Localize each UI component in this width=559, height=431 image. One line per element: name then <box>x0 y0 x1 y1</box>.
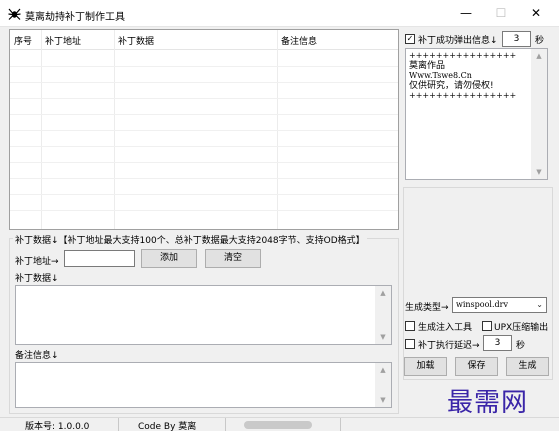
message-line: Www.Tswe8.Cn <box>409 71 472 80</box>
grid-line <box>10 66 398 67</box>
load-button[interactable]: 加载 <box>404 357 447 376</box>
patch-list-table[interactable]: 序号 补丁地址 补丁数据 备注信息 <box>9 29 399 230</box>
patch-data-scrollbar[interactable]: ▲ ▼ <box>375 286 391 344</box>
message-line: 仅供研究，请勿侵权! <box>409 81 494 91</box>
inject-tool-label[interactable]: 生成注入工具 <box>418 320 472 333</box>
status-bar: 版本号: 1.0.0.0 Code By 莫离 <box>0 417 559 431</box>
grid-line <box>10 210 398 211</box>
watermark: 最需网 <box>447 388 529 418</box>
column-header-data[interactable]: 补丁数据 <box>118 34 154 47</box>
note-label: 备注信息↓ <box>15 351 59 361</box>
delay-label[interactable]: 补丁执行延迟→ <box>418 338 480 351</box>
version-text: 版本号: 1.0.0.0 <box>25 422 90 431</box>
status-divider <box>225 418 226 431</box>
grid-line <box>10 178 398 179</box>
patch-address-input[interactable] <box>64 250 135 267</box>
author-text: Code By 莫离 <box>138 422 197 431</box>
patch-section-header: 补丁数据↓【补丁地址最大支持100个、总补丁数据最大支持2048字节、支持OD格… <box>13 233 367 246</box>
add-button[interactable]: 添加 <box>141 249 197 268</box>
clear-button[interactable]: 清空 <box>205 249 261 268</box>
table-header: 序号 补丁地址 补丁数据 备注信息 <box>10 30 398 50</box>
popup-message-text: ++++++++++++++++ 莫离作品 Www.Tswe8.Cn 仅供研究，… <box>409 51 516 101</box>
message-line: ++++++++++++++++ <box>409 91 517 100</box>
title-bar: 莫离劫持补丁制作工具 — ☐ ✕ <box>0 0 559 27</box>
scroll-up-icon[interactable]: ▲ <box>375 363 391 377</box>
grid-line <box>10 162 398 163</box>
patch-data-label: 补丁数据↓ <box>15 274 59 284</box>
grid-line <box>10 98 398 99</box>
column-header-address[interactable]: 补丁地址 <box>45 34 81 47</box>
generate-type-select[interactable]: winspool.drv ⌄ <box>452 297 547 313</box>
generate-type-value: winspool.drv <box>456 300 508 309</box>
delay-checkbox[interactable] <box>405 339 415 349</box>
status-blur <box>244 421 312 429</box>
delay-seconds-unit: 秒 <box>516 341 526 351</box>
status-divider <box>118 418 119 431</box>
grid-line <box>10 194 398 195</box>
generate-type-label: 生成类型→ <box>405 303 449 313</box>
patch-data-textarea[interactable]: ▲ ▼ <box>15 285 392 345</box>
popup-seconds-unit: 秒 <box>535 36 545 46</box>
popup-checkbox-label[interactable]: 补丁成功弹出信息↓ <box>418 33 498 46</box>
scroll-up-icon[interactable]: ▲ <box>531 49 547 63</box>
app-spider-icon <box>8 8 21 20</box>
note-scrollbar[interactable]: ▲ ▼ <box>375 363 391 407</box>
note-textarea[interactable]: ▲ ▼ <box>15 362 392 408</box>
message-line: ++++++++++++++++ <box>409 51 517 60</box>
popup-message-scrollbar[interactable]: ▲ ▼ <box>531 49 547 179</box>
scroll-down-icon[interactable]: ▼ <box>375 393 391 407</box>
message-line: 莫离作品 <box>409 61 446 71</box>
close-button[interactable]: ✕ <box>513 0 559 27</box>
column-header-index[interactable]: 序号 <box>14 34 32 47</box>
checkmark-icon: ✓ <box>406 34 414 43</box>
scroll-down-icon[interactable]: ▼ <box>375 330 391 344</box>
status-divider <box>340 418 341 431</box>
grid-line <box>10 130 398 131</box>
chevron-down-icon[interactable]: ⌄ <box>536 300 543 309</box>
upx-checkbox[interactable] <box>482 321 492 331</box>
popup-message-textarea[interactable]: ++++++++++++++++ 莫离作品 Www.Tswe8.Cn 仅供研究，… <box>405 48 548 180</box>
patch-address-label: 补丁地址→ <box>15 257 59 267</box>
grid-line <box>10 82 398 83</box>
inject-tool-checkbox[interactable] <box>405 321 415 331</box>
popup-checkbox[interactable]: ✓ <box>405 34 415 44</box>
grid-line <box>10 146 398 147</box>
generate-options-group <box>403 187 553 380</box>
scroll-up-icon[interactable]: ▲ <box>375 286 391 300</box>
window-title: 莫离劫持补丁制作工具 <box>25 12 125 23</box>
grid-line <box>10 114 398 115</box>
upx-label[interactable]: UPX压缩输出 <box>494 320 548 333</box>
delay-seconds-input[interactable]: 3 <box>483 335 512 351</box>
generate-button[interactable]: 生成 <box>506 357 549 376</box>
scroll-down-icon[interactable]: ▼ <box>531 165 547 179</box>
save-button[interactable]: 保存 <box>455 357 498 376</box>
column-header-note[interactable]: 备注信息 <box>281 34 317 47</box>
popup-seconds-input[interactable]: 3 <box>502 31 531 47</box>
